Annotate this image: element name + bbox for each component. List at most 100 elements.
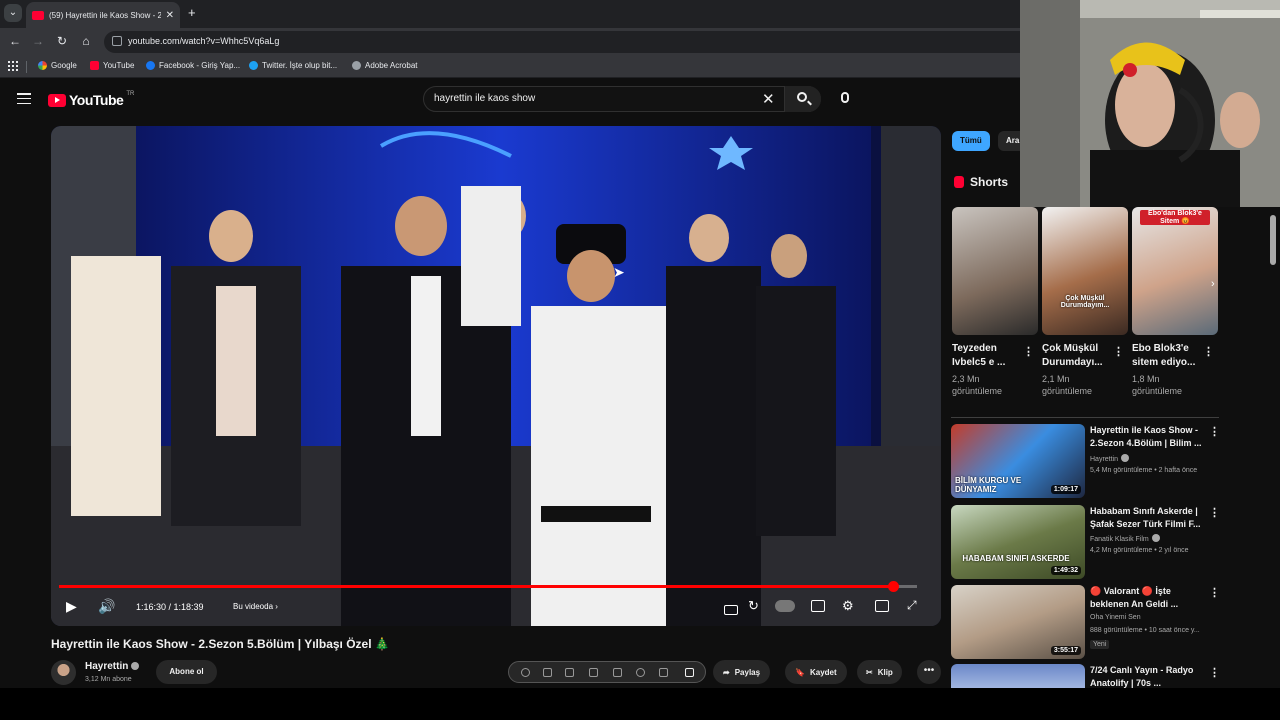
extension-icon[interactable] <box>565 668 574 677</box>
recommendation-channel[interactable]: Oha Yinemi Sen <box>1090 614 1141 621</box>
bookmark-adobe-acrobat[interactable]: Adobe Acrobat <box>352 61 417 70</box>
thumbnail-text: BİLİM KURGU VE DÜNYAMIZ <box>955 476 1022 494</box>
subtitles-icon[interactable] <box>811 600 825 612</box>
theater-mode-icon[interactable] <box>875 600 889 612</box>
recommendation-meta: 4,2 Mn görüntüleme • 2 yıl önce <box>1090 547 1189 554</box>
page: ⌄ (59) Hayrettin ile Kaos Show - 2 ✕ + ←… <box>0 0 1280 720</box>
youtube-logo[interactable]: YouTube TR <box>48 91 134 108</box>
short-thumbnail[interactable]: Ebo'dan Blok3'e Sitem 😡 <box>1132 207 1218 335</box>
short-title[interactable]: Çok Müşkül Durumdayı... <box>1042 342 1117 370</box>
more-options-icon[interactable]: ⋮ <box>1209 425 1220 438</box>
url-text[interactable]: youtube.com/watch?v=Whhc5Vq6aLg <box>128 36 279 46</box>
apps-grid-icon[interactable] <box>8 61 18 71</box>
close-tab-icon[interactable]: ✕ <box>166 10 174 21</box>
search-box[interactable]: hayrettin ile kaos show ✕ <box>423 86 821 112</box>
short-title[interactable]: Teyzeden Ivbelc5 e ... <box>952 342 1027 370</box>
site-info-icon[interactable] <box>112 36 122 46</box>
more-options-icon[interactable]: ⋮ <box>1209 666 1220 679</box>
short-thumbnail[interactable]: Çok Müşkül Durumdayım... <box>1042 207 1128 335</box>
recommendation-channel[interactable]: Hayrettin <box>1090 454 1130 463</box>
dislike-icon[interactable] <box>685 668 694 677</box>
scissors-icon: ✂ <box>866 667 873 677</box>
bookmark-facebook[interactable]: Facebook - Giriş Yap... <box>146 61 240 70</box>
more-options-icon[interactable]: ⋮ <box>1203 345 1214 358</box>
recommendation-title[interactable]: Hababam Sınıfı Askerde | Şafak Sezer Tür… <box>1090 505 1210 531</box>
settings-gear-icon[interactable]: ⚙ <box>842 598 854 614</box>
volume-icon[interactable]: 🔊 <box>98 598 115 615</box>
extension-icon[interactable] <box>543 668 552 677</box>
bookmark-google[interactable]: Google <box>38 61 77 70</box>
time-display: 1:16:30 / 1:18:39 <box>136 602 204 612</box>
recommendation-thumbnail[interactable]: HABABAM SINIFI ASKERDE 1:49:32 <box>951 505 1085 579</box>
bookmark-label: Facebook - Giriş Yap... <box>159 61 241 70</box>
browser-tab[interactable]: (59) Hayrettin ile Kaos Show - 2 ✕ <box>26 2 180 28</box>
shorts-heading: Shorts <box>954 175 1008 189</box>
short-title[interactable]: Ebo Blok3'e sitem ediyo... <box>1132 342 1207 370</box>
clip-button[interactable]: ✂ Klip <box>857 660 902 684</box>
more-options-icon[interactable]: ⋮ <box>1113 345 1124 358</box>
new-tab-icon[interactable]: + <box>188 5 196 20</box>
bookmark-youtube[interactable]: YouTube <box>90 61 134 70</box>
bookmark-twitter[interactable]: Twitter. İşte olup bit... <box>249 61 337 70</box>
channel-avatar[interactable] <box>51 660 76 685</box>
more-options-icon[interactable]: ⋮ <box>1209 586 1220 599</box>
progress-bar[interactable] <box>59 581 917 592</box>
recommendation-thumbnail[interactable]: BİLİM KURGU VE DÜNYAMIZ 1:09:17 <box>951 424 1085 498</box>
progress-scrubber[interactable] <box>888 581 899 592</box>
recommendation-title[interactable]: 🔴 Valorant 🔴 İşte beklenen An Geldi ... <box>1090 585 1210 611</box>
more-options-icon[interactable]: ⋮ <box>1209 506 1220 519</box>
youtube-favicon-icon <box>32 10 44 20</box>
browser-toolbar: ← → ↻ ⌂ youtube.com/watch?v=Whhc5Vq6aLg <box>0 28 1020 56</box>
extension-icon[interactable] <box>589 668 598 677</box>
play-icon[interactable]: ▶ <box>66 598 77 615</box>
fullscreen-icon[interactable]: ⤢ <box>907 598 917 613</box>
search-input[interactable]: hayrettin ile kaos show <box>434 93 535 104</box>
menu-icon[interactable] <box>17 93 31 104</box>
autoplay-toggle[interactable] <box>775 600 795 612</box>
home-icon[interactable]: ⌂ <box>78 34 94 48</box>
reload-icon[interactable]: ↻ <box>54 34 70 48</box>
short-views: 2,3 Mn görüntüleme <box>952 374 1003 396</box>
youtube-play-logo-icon <box>48 93 66 107</box>
recommendation-thumbnail[interactable]: 3:55:17 <box>951 585 1085 659</box>
save-button[interactable]: 🔖 Kaydet <box>785 660 847 684</box>
recommendation-title[interactable]: Hayrettin ile Kaos Show - 2.Sezon 4.Bölü… <box>1090 424 1210 450</box>
share-button[interactable]: ➦ Paylaş <box>713 660 771 684</box>
subscribe-button[interactable]: Abone ol <box>156 660 217 684</box>
clear-search-icon[interactable]: ✕ <box>762 90 775 108</box>
channel-name[interactable]: Hayrettin <box>85 661 140 672</box>
short-thumbnail[interactable] <box>952 207 1038 335</box>
extension-icon[interactable] <box>659 668 668 677</box>
recommendation-title[interactable]: 7/24 Canlı Yayın - Radyo Anatolify | 70s… <box>1090 664 1210 690</box>
google-icon <box>38 61 47 70</box>
autoplay-loop-icon[interactable]: ↻ <box>748 598 759 614</box>
more-actions-icon[interactable]: ••• <box>917 660 941 684</box>
verified-badge-icon <box>1121 454 1130 462</box>
recommendation-meta: 888 görüntüleme • 10 saat önce y... <box>1090 627 1200 634</box>
recommendation-thumbnail[interactable] <box>951 664 1085 688</box>
back-icon[interactable]: ← <box>7 34 23 48</box>
tab-search-button[interactable]: ⌄ <box>4 4 22 22</box>
address-bar[interactable]: youtube.com/watch?v=Whhc5Vq6aLg <box>104 31 1020 53</box>
microphone-icon[interactable] <box>841 92 849 103</box>
recommendation-channel[interactable]: Fanatik Klasik Film <box>1090 534 1160 543</box>
channel-text: Fanatik Klasik Film <box>1090 536 1149 543</box>
tab-title: (59) Hayrettin ile Kaos Show - 2 <box>49 10 161 20</box>
video-title: Hayrettin ile Kaos Show - 2.Sezon 5.Bölü… <box>51 637 390 651</box>
bookmark-icon: 🔖 <box>795 667 805 677</box>
extension-icon[interactable] <box>613 668 622 677</box>
forward-icon[interactable]: → <box>30 34 46 48</box>
keyboard-icon[interactable] <box>724 605 738 615</box>
more-options-icon[interactable]: ⋮ <box>1023 345 1034 358</box>
search-button[interactable] <box>784 86 821 112</box>
like-dislike-group[interactable] <box>508 661 706 683</box>
sidebar-scrollbar[interactable] <box>1270 215 1276 265</box>
chip-all[interactable]: Tümü <box>952 131 990 151</box>
shorts-next-icon[interactable]: › <box>1211 278 1215 290</box>
extension-icon[interactable] <box>636 668 645 677</box>
bookmark-label: Adobe Acrobat <box>365 61 418 70</box>
chapters-button[interactable]: Bu videoda › <box>233 602 278 611</box>
video-player[interactable]: ➤ ▶ 🔊 1:16:30 / 1:18:39 Bu videoda › ↻ ⚙… <box>51 126 941 626</box>
extension-icon[interactable] <box>521 668 530 677</box>
new-badge: Yeni <box>1090 640 1110 649</box>
